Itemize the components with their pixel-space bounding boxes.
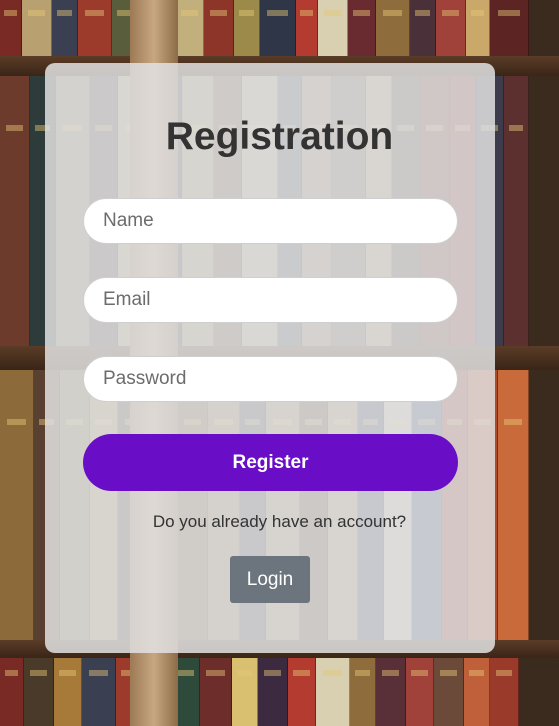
page-title: Registration (165, 115, 394, 158)
email-input[interactable] (83, 277, 458, 323)
password-input[interactable] (83, 356, 458, 402)
name-input[interactable] (83, 198, 458, 244)
account-question-text: Do you already have an account? (152, 512, 407, 531)
login-button[interactable]: Login (230, 556, 310, 603)
book-row-1 (0, 0, 559, 56)
book-row-4 (0, 658, 559, 726)
register-button[interactable]: Register (83, 434, 458, 491)
